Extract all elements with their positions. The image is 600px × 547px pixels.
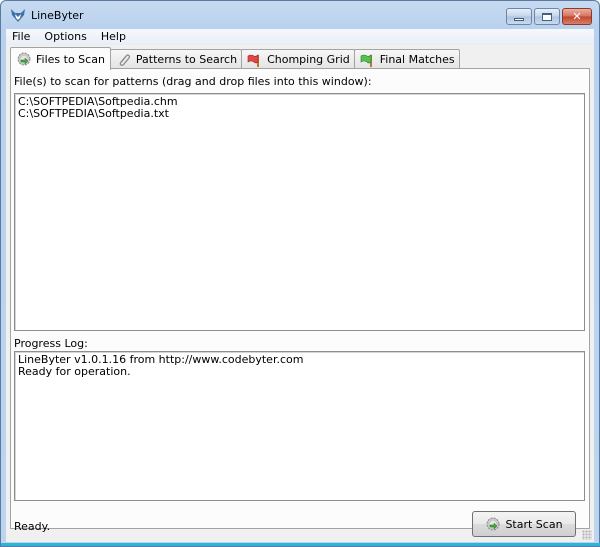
menu-help[interactable]: Help — [94, 29, 133, 45]
maximize-icon — [542, 12, 552, 21]
gear-green-arrow-icon — [486, 517, 500, 531]
client-area: File Options Help Files to Scan Patterns… — [6, 29, 594, 542]
window-title: LineByter — [31, 9, 84, 22]
wolf-logo-icon — [11, 9, 25, 22]
menu-options[interactable]: Options — [37, 29, 93, 45]
gear-green-arrow-icon — [17, 52, 31, 66]
tab-chomping-grid[interactable]: Chomping Grid — [241, 49, 355, 69]
progress-log[interactable]: LineByter v1.0.1.16 from http://www.code… — [14, 351, 585, 501]
paperclip-icon — [119, 53, 131, 66]
tab-strip: Files to Scan Patterns to Search Chompin… — [10, 47, 460, 70]
tab-label: Chomping Grid — [267, 53, 350, 66]
tab-label: Files to Scan — [36, 52, 105, 66]
minimize-button[interactable] — [506, 8, 532, 25]
green-flag-icon — [360, 53, 372, 67]
maximize-button[interactable] — [534, 8, 560, 25]
close-button[interactable]: ✕ — [562, 8, 592, 25]
file-entry[interactable]: C:\SOFTPEDIA\Softpedia.txt — [18, 108, 581, 120]
close-icon: ✕ — [572, 10, 582, 23]
files-list[interactable]: C:\SOFTPEDIA\Softpedia.chm C:\SOFTPEDIA\… — [14, 93, 585, 331]
resize-grip[interactable] — [582, 530, 592, 540]
window-bottom-border — [1, 543, 600, 546]
title-bar[interactable]: LineByter SOFTPEDIA ✕ — [1, 1, 599, 56]
menu-bar: File Options Help — [6, 29, 594, 45]
app-window: LineByter SOFTPEDIA ✕ File Options Help — [0, 0, 600, 547]
tab-label: Final Matches — [379, 53, 455, 66]
status-text: Ready. — [14, 520, 51, 533]
menu-file[interactable]: File — [6, 29, 37, 45]
start-scan-label: Start Scan — [505, 517, 563, 531]
tab-patterns-to-search[interactable]: Patterns to Search — [109, 49, 243, 69]
minimize-icon — [514, 17, 524, 21]
files-list-label: File(s) to scan for patterns (drag and d… — [14, 75, 372, 88]
files-to-scan-panel: File(s) to scan for patterns (drag and d… — [10, 68, 590, 529]
start-scan-button[interactable]: Start Scan — [472, 511, 576, 537]
tab-final-matches[interactable]: Final Matches — [353, 49, 460, 69]
tab-files-to-scan[interactable]: Files to Scan — [10, 47, 111, 70]
tab-label: Patterns to Search — [135, 53, 238, 66]
red-flag-icon — [247, 53, 260, 67]
log-line: Ready for operation. — [18, 365, 131, 378]
progress-log-label: Progress Log: — [14, 337, 88, 350]
